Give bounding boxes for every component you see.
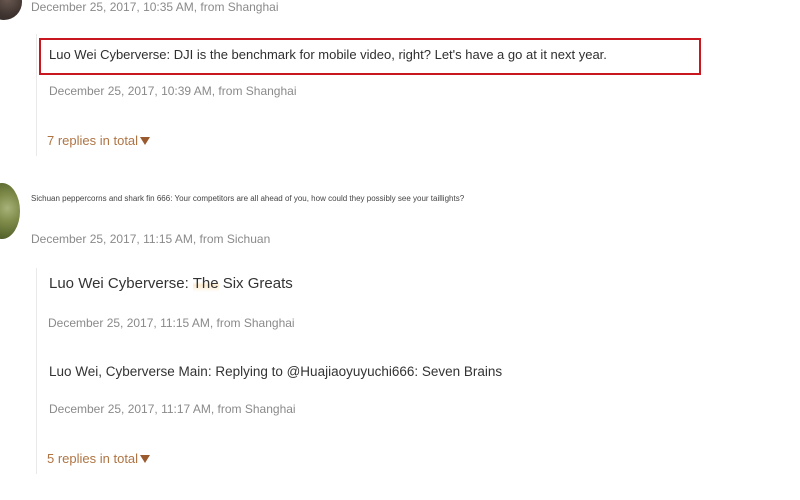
comment-timestamp: December 25, 2017, 10:35 AM, from Shangh…: [31, 0, 279, 14]
reply-text: Luo Wei, Cyberverse Main: Replying to @H…: [49, 364, 503, 379]
triangle-down-icon: [140, 137, 151, 145]
comment-timestamp: December 25, 2017, 11:15 AM, from Sichua…: [31, 232, 271, 246]
expand-replies-link[interactable]: 7 replies in total: [47, 133, 151, 148]
user-avatar[interactable]: [0, 0, 22, 20]
comment-text: Sichuan peppercorns and shark fin 666: Y…: [31, 194, 465, 203]
reply-text: Luo Wei Cyberverse: DJI is the benchmark…: [49, 47, 607, 62]
reply-text: Luo Wei Cyberverse: The Six Greats: [49, 275, 293, 292]
replies-count-label: 5 replies in total: [47, 451, 139, 466]
replies-count-label: 7 replies in total: [47, 133, 139, 148]
reply-text-suffix: Six Greats: [218, 275, 293, 292]
triangle-down-icon: [140, 455, 151, 463]
reply-thread: [36, 34, 37, 156]
reply-thread: [36, 268, 37, 474]
user-avatar[interactable]: [0, 183, 20, 239]
reply-timestamp: December 25, 2017, 11:15 AM, from Shangh…: [48, 316, 295, 330]
reply-highlight-word: The: [192, 275, 219, 292]
expand-replies-link[interactable]: 5 replies in total: [47, 451, 151, 466]
reply-author: Luo Wei Cyberverse:: [49, 275, 193, 292]
reply-timestamp: December 25, 2017, 10:39 AM, from Shangh…: [49, 84, 297, 98]
reply-timestamp: December 25, 2017, 11:17 AM, from Shangh…: [49, 402, 296, 416]
